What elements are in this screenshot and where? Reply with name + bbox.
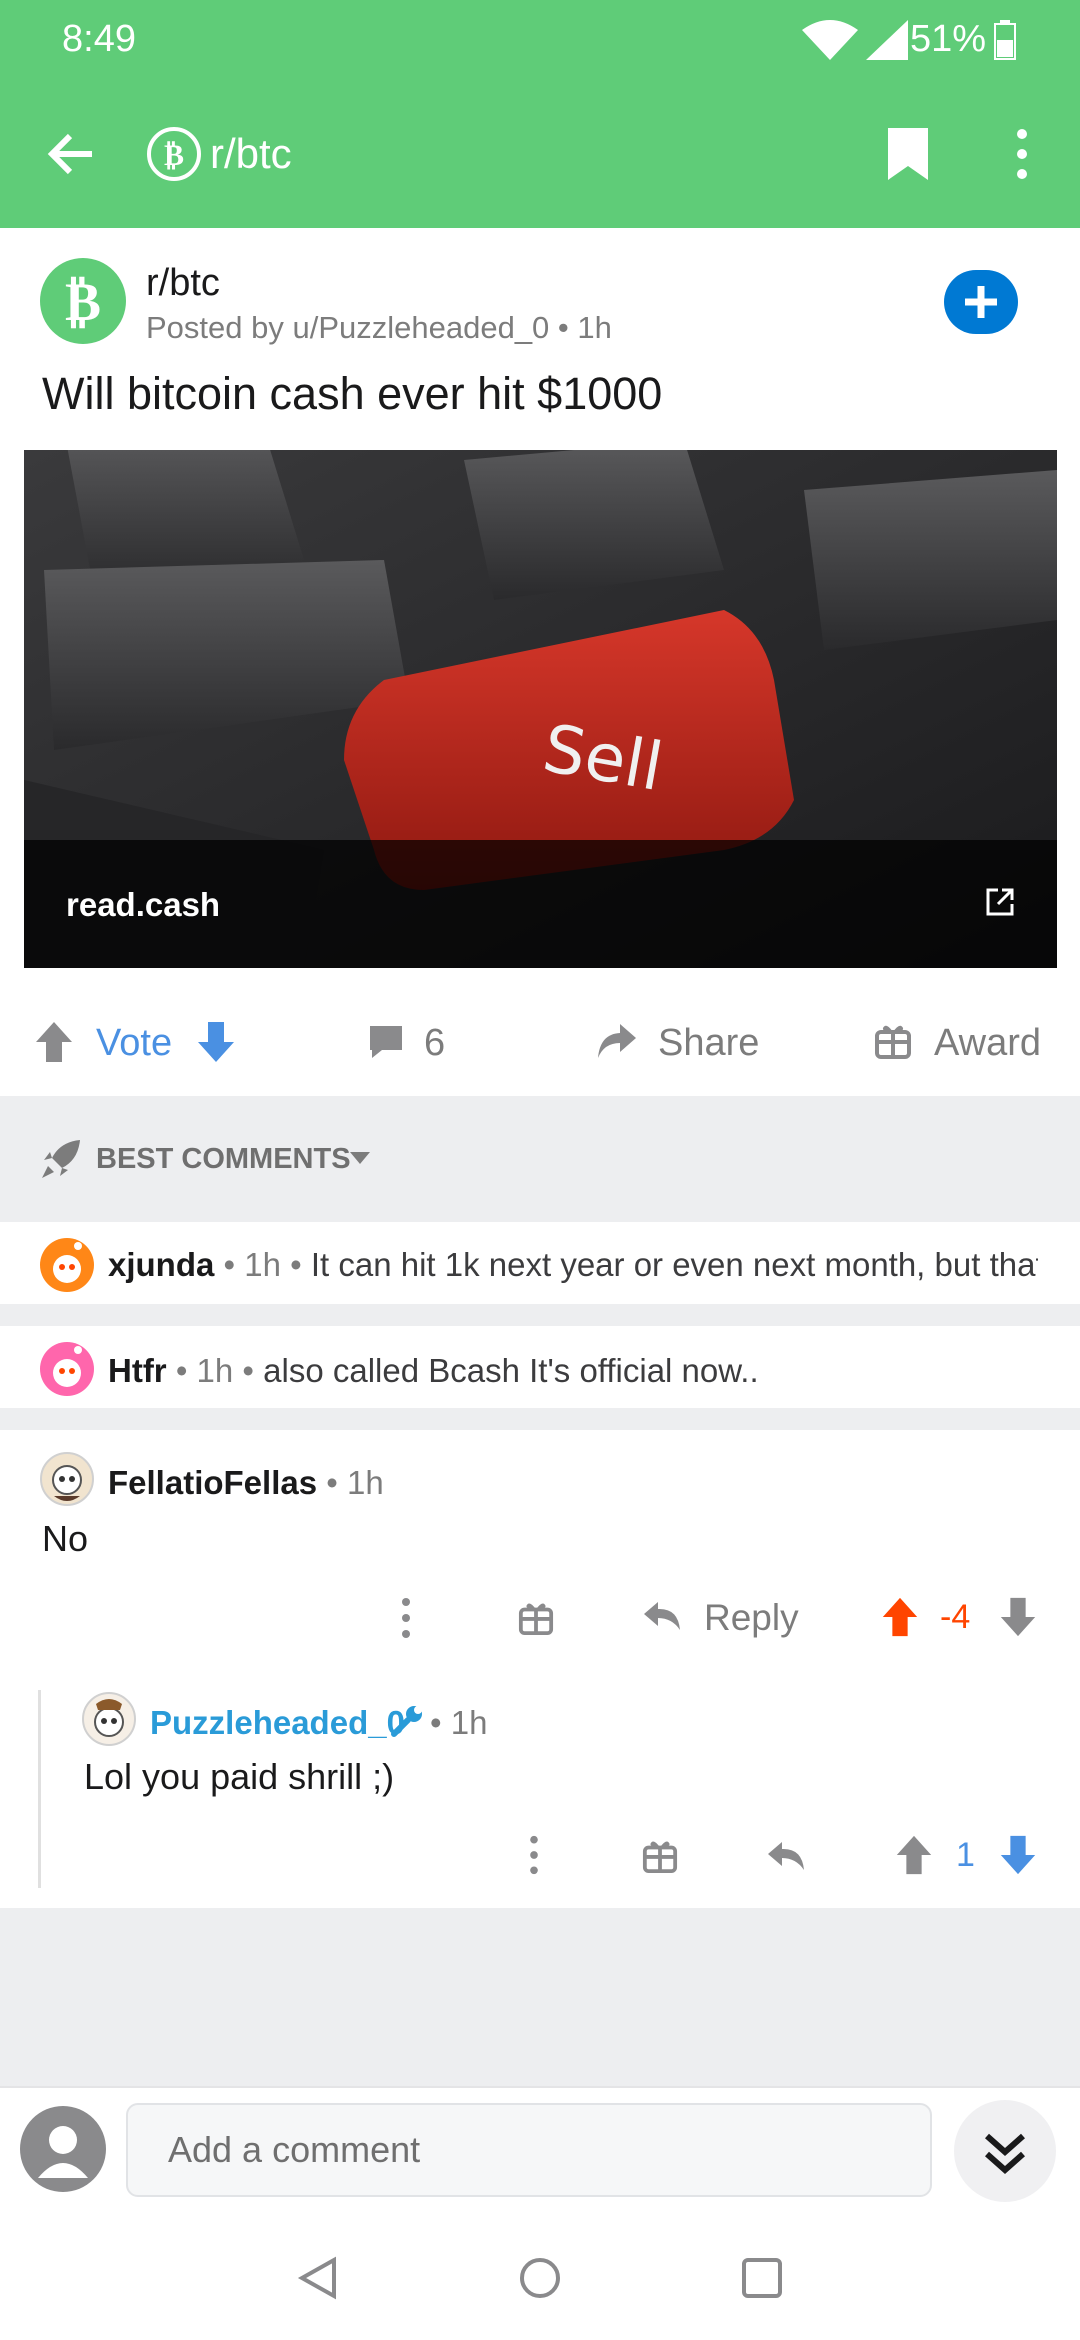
chevron-down-icon[interactable]	[348, 1150, 372, 1166]
comment-preview: also called Bcash It's official now..	[263, 1352, 759, 1389]
downvote-arrow-icon[interactable]	[998, 1834, 1038, 1876]
downvote-arrow-icon[interactable]	[998, 1596, 1038, 1638]
comment-meta: • 1h •	[166, 1352, 264, 1389]
reply-award-icon[interactable]	[642, 1838, 678, 1874]
scroll-to-bottom-button[interactable]	[954, 2100, 1056, 2202]
nav-back-icon[interactable]	[296, 2256, 340, 2300]
collapsed-comment-line: Htfr • 1h • also called Bcash It's offic…	[108, 1352, 759, 1390]
mod-wrench-icon	[390, 1704, 426, 1738]
status-time: 8:49	[62, 18, 136, 60]
comment-icon[interactable]	[366, 1022, 406, 1062]
link-domain[interactable]: read.cash	[66, 886, 220, 924]
share-icon[interactable]	[594, 1020, 638, 1064]
share-label[interactable]: Share	[658, 1022, 759, 1065]
comment-score: -4	[940, 1598, 971, 1636]
signal-icon	[862, 18, 910, 62]
upvote-arrow-icon[interactable]	[894, 1834, 934, 1876]
reply-meta: • 1h	[430, 1704, 488, 1741]
comment-more-icon[interactable]	[400, 1596, 412, 1640]
battery-icon	[994, 20, 1016, 60]
reply-header: Puzzleheaded_0	[150, 1704, 405, 1742]
comment-author[interactable]: Htfr	[108, 1352, 167, 1389]
app-bar-title[interactable]: r/btc	[210, 130, 292, 178]
award-label[interactable]: Award	[934, 1022, 1041, 1065]
avatar[interactable]	[40, 1342, 94, 1396]
comment-award-icon[interactable]	[518, 1600, 554, 1636]
comment-header: FellatioFellas • 1h	[108, 1464, 384, 1502]
reply-icon[interactable]	[642, 1598, 682, 1634]
upvote-arrow-icon[interactable]	[880, 1596, 920, 1638]
subreddit-badge-icon: ₿	[146, 126, 202, 182]
reply-arrow-icon[interactable]	[766, 1838, 806, 1874]
battery-percent: 51%	[909, 18, 986, 60]
comment-meta: • 1h •	[214, 1246, 311, 1283]
subreddit-avatar-icon[interactable]: ₿	[40, 258, 126, 344]
external-link-icon[interactable]	[984, 886, 1016, 918]
avatar[interactable]	[82, 1692, 136, 1746]
avatar[interactable]	[40, 1238, 94, 1292]
reply-label[interactable]: Reply	[704, 1597, 799, 1639]
svg-text:₿: ₿	[164, 138, 184, 173]
comment-count[interactable]: 6	[424, 1022, 445, 1065]
post-title[interactable]: Will bitcoin cash ever hit $1000	[42, 368, 662, 420]
award-gift-icon[interactable]	[874, 1022, 912, 1060]
nav-recents-icon[interactable]	[740, 2256, 784, 2300]
sort-label[interactable]: BEST COMMENTS	[96, 1143, 351, 1176]
join-button[interactable]	[944, 270, 1018, 334]
reply-more-icon[interactable]	[528, 1834, 540, 1876]
comment-body: No	[42, 1518, 89, 1559]
comment-input[interactable]: Add a comment	[126, 2103, 932, 2197]
overflow-menu-icon[interactable]	[1010, 128, 1034, 180]
comment-meta: • 1h	[317, 1464, 384, 1501]
svg-text:₿: ₿	[65, 270, 101, 333]
collapsed-comment-line: xjunda • 1h • It can hit 1k next year or…	[108, 1246, 1038, 1284]
reply-score: 1	[956, 1836, 975, 1874]
vote-label: Vote	[96, 1022, 173, 1064]
user-avatar-icon[interactable]	[20, 2106, 106, 2192]
nav-home-icon[interactable]	[518, 2256, 562, 2300]
upvote-arrow-icon[interactable]	[34, 1020, 74, 1064]
op-author[interactable]: Puzzleheaded_0	[150, 1704, 405, 1741]
comment-author[interactable]: xjunda	[108, 1246, 214, 1283]
wifi-icon	[800, 18, 860, 62]
double-chevron-down-icon	[985, 2133, 1025, 2175]
back-arrow-icon[interactable]	[44, 126, 100, 182]
comment-preview: It can hit 1k next year or even next mon…	[310, 1246, 1038, 1283]
avatar[interactable]	[40, 1452, 94, 1506]
downvote-arrow-icon[interactable]	[196, 1020, 236, 1064]
reply-body: Lol you paid shrill ;)	[84, 1756, 395, 1797]
thread-line	[38, 1690, 41, 1888]
bookmark-icon[interactable]	[884, 126, 932, 182]
rocket-icon[interactable]	[40, 1138, 82, 1180]
link-preview-image[interactable]: Sell read.cash	[24, 450, 1057, 968]
comment-author[interactable]: FellatioFellas	[108, 1464, 317, 1501]
post-subreddit[interactable]: r/btc	[146, 262, 220, 305]
status-bar: 8:49 51%	[0, 0, 1080, 80]
post-meta: Posted by u/Puzzleheaded_0 • 1h	[146, 310, 612, 345]
